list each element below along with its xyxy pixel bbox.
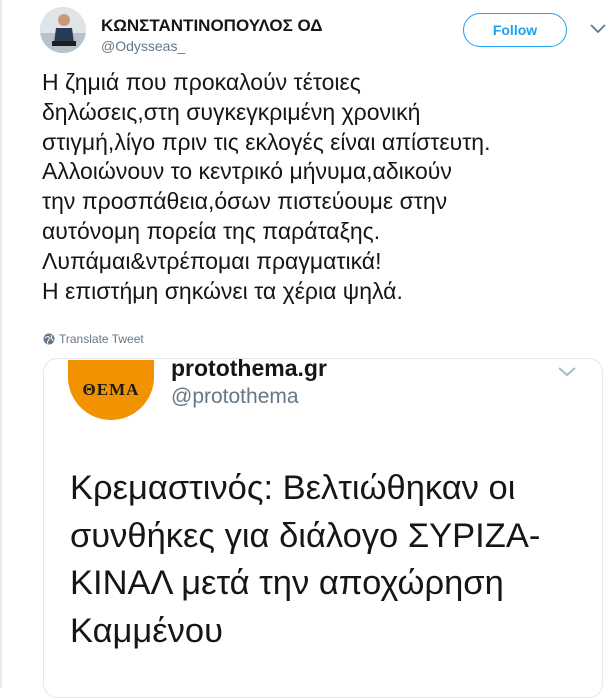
quoted-text-line: ΚΙΝΑΛ μετά την αποχώρηση xyxy=(70,564,504,602)
quoted-author-name[interactable]: protothema.gr xyxy=(171,359,327,382)
globe-icon xyxy=(43,333,55,345)
chevron-down-icon[interactable] xyxy=(555,363,579,379)
quoted-text-line: Κρεμαστινός: Βελτιώθηκαν οι xyxy=(70,469,516,507)
quoted-tweet-card[interactable]: ΘΕΜΑ protothema.gr @protothema Κρεμαστιν… xyxy=(43,358,603,698)
author-name[interactable]: ΚΩΝΣΤΑΝΤΙΝΟΠΟΥΛΟΣ ΟΔ xyxy=(101,16,323,36)
quoted-text-line: συνθήκες για διάλογο ΣΥΡΙΖΑ- xyxy=(70,516,541,555)
quoted-author-handle[interactable]: @protothema xyxy=(171,385,299,409)
quoted-tweet-text: Κρεμαστινός: Βελτιώθηκαν οι συνθήκες για… xyxy=(70,465,590,655)
follow-button[interactable]: Follow xyxy=(463,13,567,47)
quoted-text-line: Καμμένου xyxy=(70,611,223,650)
quoted-avatar[interactable]: ΘΕΜΑ xyxy=(68,360,154,420)
tweet-text-line: Αλλοιώνουν το κεντρικό μήνυμα,αδικούν xyxy=(42,158,452,185)
tweet-text-line: αυτόνομη πορεία της παράταξης. xyxy=(42,217,381,244)
quoted-avatar-logo-text: ΘΕΜΑ xyxy=(82,380,140,399)
timeline-border xyxy=(0,0,2,688)
chevron-down-icon[interactable] xyxy=(588,21,608,35)
tweet-text-line: Λυπάμαι&ντρέπομαι πραγματικά! xyxy=(42,247,382,274)
translate-label: Translate Tweet xyxy=(59,332,144,346)
tweet-header: ΚΩΝΣΤΑΝΤΙΝΟΠΟΥΛΟΣ ΟΔ @Odysseas_ Follow xyxy=(40,7,608,57)
avatar-photo-icon xyxy=(40,7,86,53)
avatar[interactable] xyxy=(40,7,86,53)
tweet-text-line: στιγμή,λίγο πριν τις εκλογές είναι απίστ… xyxy=(42,128,491,155)
tweet-text: Η ζημιά που προκαλούν τέτοιες δηλώσεις,σ… xyxy=(42,68,612,306)
tweet-text-line: Η ζημιά που προκαλούν τέτοιες xyxy=(42,69,361,95)
tweet-text-line: Η επιστήμη σηκώνει τα χέρια ψηλά. xyxy=(42,277,403,304)
author-handle[interactable]: @Odysseas_ xyxy=(101,38,185,54)
tweet-text-line: την προσπάθεια,όσων πιστεύουμε στην xyxy=(42,188,448,215)
tweet-text-line: δηλώσεις,στη συγκεγκριμένη χρονική xyxy=(42,98,421,125)
translate-tweet-link[interactable]: Translate Tweet xyxy=(43,332,144,346)
